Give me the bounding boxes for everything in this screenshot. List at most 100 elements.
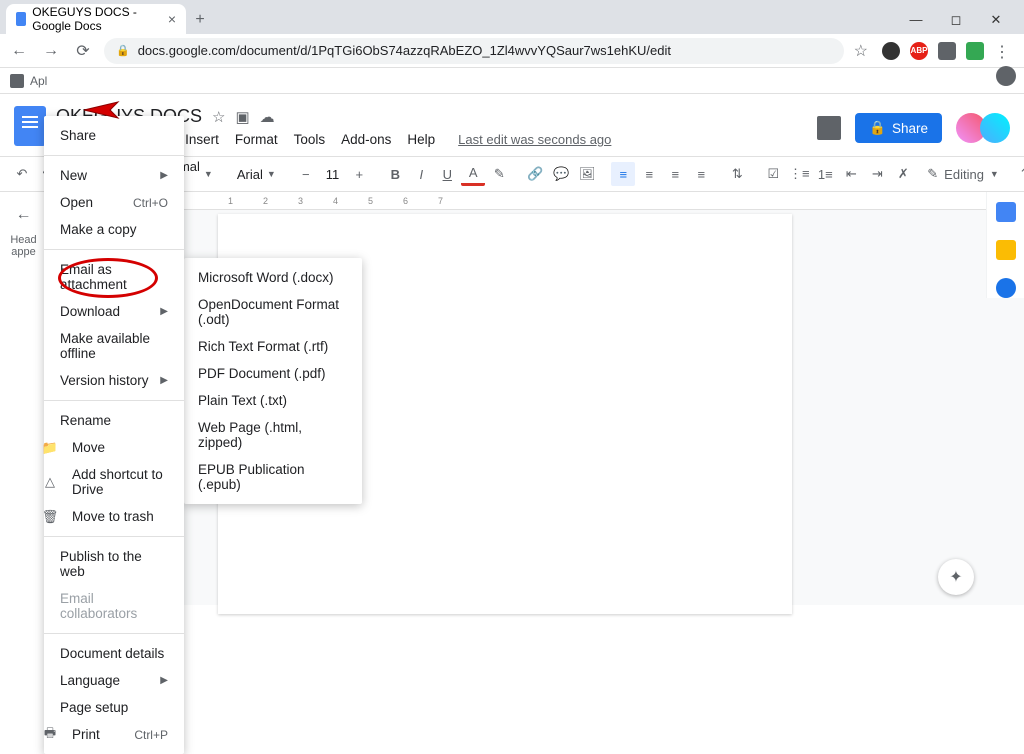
undo-button[interactable]: ↶ [10,162,34,186]
italic-button[interactable]: I [409,162,433,186]
calendar-icon[interactable] [996,202,1016,222]
new-tab-button[interactable]: + [186,6,214,34]
apps-icon[interactable] [10,74,24,88]
back-button[interactable]: ← [8,40,30,62]
forward-button[interactable]: → [40,40,62,62]
download-submenu: Microsoft Word (.docx) OpenDocument Form… [184,258,362,504]
download-html[interactable]: Web Page (.html, zipped) [184,414,362,456]
comments-icon[interactable] [817,116,841,140]
extension-icon[interactable] [882,42,900,60]
bookmark-apps-label[interactable]: Apl [30,74,47,88]
browser-tab[interactable]: OKEGUYS DOCS - Google Docs × [6,4,186,34]
menu-rename[interactable]: Rename [44,407,184,434]
extension-icon[interactable] [966,42,984,60]
insert-link-button[interactable]: 🔗 [523,162,547,186]
close-tab-icon[interactable]: × [168,11,176,27]
insert-image-button[interactable]: 🖼 [575,162,599,186]
chrome-menu-icon[interactable]: ⋮ [994,42,1012,60]
increase-indent-button[interactable]: ⇥ [865,162,889,186]
explore-button[interactable]: ✦ [938,559,974,595]
menu-move[interactable]: 📁Move [44,434,184,461]
editing-mode-button[interactable]: ✎ Editing ▼ [917,162,1009,186]
horizontal-ruler[interactable]: 1234567 [48,192,986,210]
avatar[interactable] [980,113,1010,143]
clear-formatting-button[interactable]: ✗ [891,162,915,186]
menu-make-available-offline[interactable]: Make available offline [44,325,184,367]
text-color-button[interactable]: A [461,162,485,186]
file-menu-dropdown: Share New▶ OpenCtrl+O Make a copy Email … [44,116,184,754]
tab-title: OKEGUYS DOCS - Google Docs [32,5,162,33]
underline-button[interactable]: U [435,162,459,186]
download-txt[interactable]: Plain Text (.txt) [184,387,362,414]
highlight-button[interactable]: ✎ [487,162,511,186]
side-panel [986,192,1024,298]
extensions-puzzle-icon[interactable] [938,42,956,60]
align-left-button[interactable]: ≡ [611,162,635,186]
download-epub[interactable]: EPUB Publication (.epub) [184,456,362,498]
menu-move-trash[interactable]: 🗑Move to trash [44,503,184,530]
font-size-increase[interactable]: + [347,162,371,186]
google-docs-logo-icon[interactable] [14,106,46,146]
move-document-icon[interactable]: ▣ [235,108,249,126]
share-button[interactable]: 🔒 Share [855,113,942,143]
tasks-icon[interactable] [996,278,1016,298]
maximize-button[interactable]: ◻ [942,12,970,28]
font-size-decrease[interactable]: − [294,162,318,186]
font-size-input[interactable]: 11 [320,167,346,182]
outline-toggle-icon[interactable]: ← [16,206,32,224]
lock-icon: 🔒 [116,44,130,57]
menu-share[interactable]: Share [44,122,184,149]
menu-publish[interactable]: Publish to the web [44,543,184,585]
align-justify-button[interactable]: ≡ [689,162,713,186]
keep-icon[interactable] [996,240,1016,260]
adblock-icon[interactable]: ABP [910,42,928,60]
print-icon: 🖶 [42,727,58,743]
download-rtf[interactable]: Rich Text Format (.rtf) [184,333,362,360]
star-document-icon[interactable]: ☆ [212,108,225,126]
bulleted-list-button[interactable]: ⋮≡ [787,162,811,186]
window-controls: — ◻ ✕ [902,12,1018,34]
menu-tools[interactable]: Tools [287,129,333,150]
menu-add-shortcut[interactable]: △Add shortcut to Drive [44,461,184,503]
menu-email-attachment[interactable]: Email as attachment [44,256,184,298]
download-pdf[interactable]: PDF Document (.pdf) [184,360,362,387]
menu-help[interactable]: Help [400,129,442,150]
align-right-button[interactable]: ≡ [663,162,687,186]
checklist-button[interactable]: ☑ [761,162,785,186]
menu-document-details[interactable]: Document details [44,640,184,667]
menu-open[interactable]: OpenCtrl+O [44,189,184,216]
google-account-icon[interactable] [996,66,1016,86]
close-window-button[interactable]: ✕ [982,12,1010,28]
share-label: Share [892,121,928,136]
download-odt[interactable]: OpenDocument Format (.odt) [184,291,362,333]
menu-make-copy[interactable]: Make a copy [44,216,184,243]
menu-language[interactable]: Language▶ [44,667,184,694]
reload-button[interactable]: ⟳ [72,40,94,62]
outline-hint: Head appe [0,234,47,258]
pencil-icon: ✎ [927,166,938,182]
numbered-list-button[interactable]: 1≡ [813,162,837,186]
menu-page-setup[interactable]: Page setup [44,694,184,721]
bold-button[interactable]: B [383,162,407,186]
menu-addons[interactable]: Add-ons [334,129,398,150]
download-docx[interactable]: Microsoft Word (.docx) [184,264,362,291]
line-spacing-button[interactable]: ⇅ [725,162,749,186]
collapse-toolbar-button[interactable]: ⌃ [1019,166,1024,182]
menu-download[interactable]: Download▶ [44,298,184,325]
drive-icon: △ [42,474,58,490]
align-center-button[interactable]: ≡ [637,162,661,186]
star-icon[interactable]: ☆ [854,41,868,61]
last-edit-link[interactable]: Last edit was seconds ago [458,132,611,147]
font-select[interactable]: Arial▼ [231,167,282,182]
insert-comment-button[interactable]: 💬 [549,162,573,186]
cloud-status-icon[interactable]: ☁ [260,108,275,126]
minimize-button[interactable]: — [902,12,930,28]
menu-new[interactable]: New▶ [44,162,184,189]
menu-format[interactable]: Format [228,129,285,150]
menu-version-history[interactable]: Version history▶ [44,367,184,394]
menu-print[interactable]: 🖶PrintCtrl+P [44,721,184,748]
menu-insert[interactable]: Insert [178,129,226,150]
decrease-indent-button[interactable]: ⇤ [839,162,863,186]
url-field[interactable]: 🔒 docs.google.com/document/d/1PqTGi6ObS7… [104,38,844,64]
trash-icon: 🗑 [42,509,58,525]
